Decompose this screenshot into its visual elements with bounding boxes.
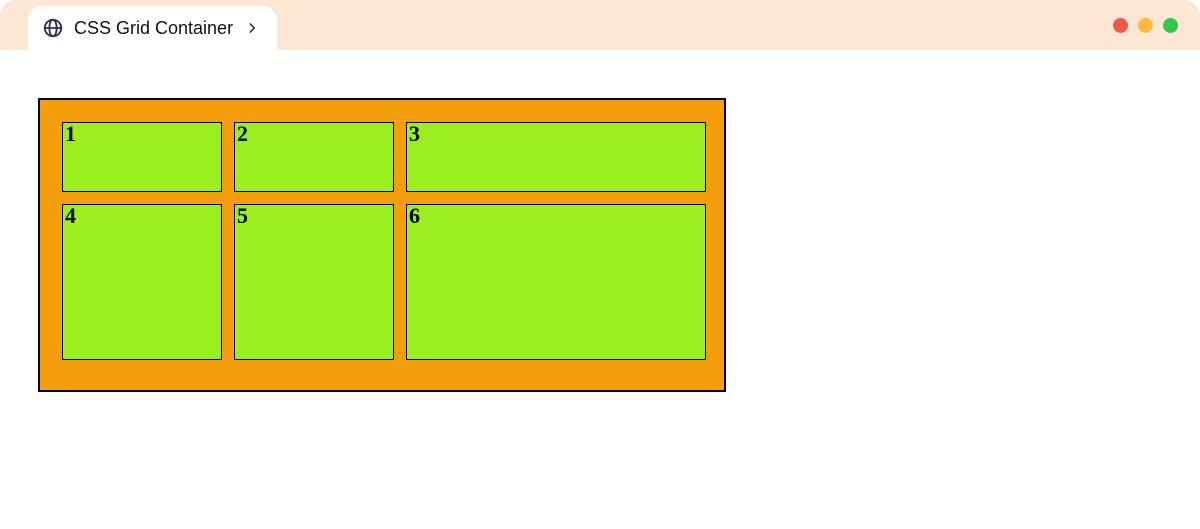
tab-title: CSS Grid Container	[74, 18, 233, 39]
globe-icon	[42, 17, 64, 39]
grid-cell-3: 3	[406, 122, 706, 192]
grid-container: 1 2 3 4 5 6	[38, 98, 726, 392]
window-controls	[1113, 0, 1178, 50]
tab-css-grid-container[interactable]: CSS Grid Container	[28, 6, 277, 50]
chevron-right-icon	[245, 21, 259, 35]
page-content: 1 2 3 4 5 6	[0, 50, 1200, 392]
grid-cell-5: 5	[234, 204, 394, 360]
tab-bar: CSS Grid Container	[0, 0, 1200, 50]
browser-window: CSS Grid Container 1 2 3 4 5 6	[0, 0, 1200, 529]
grid-cell-1: 1	[62, 122, 222, 192]
close-window-button[interactable]	[1113, 18, 1128, 33]
maximize-window-button[interactable]	[1163, 18, 1178, 33]
minimize-window-button[interactable]	[1138, 18, 1153, 33]
grid-cell-2: 2	[234, 122, 394, 192]
grid-cell-4: 4	[62, 204, 222, 360]
grid-cell-6: 6	[406, 204, 706, 360]
